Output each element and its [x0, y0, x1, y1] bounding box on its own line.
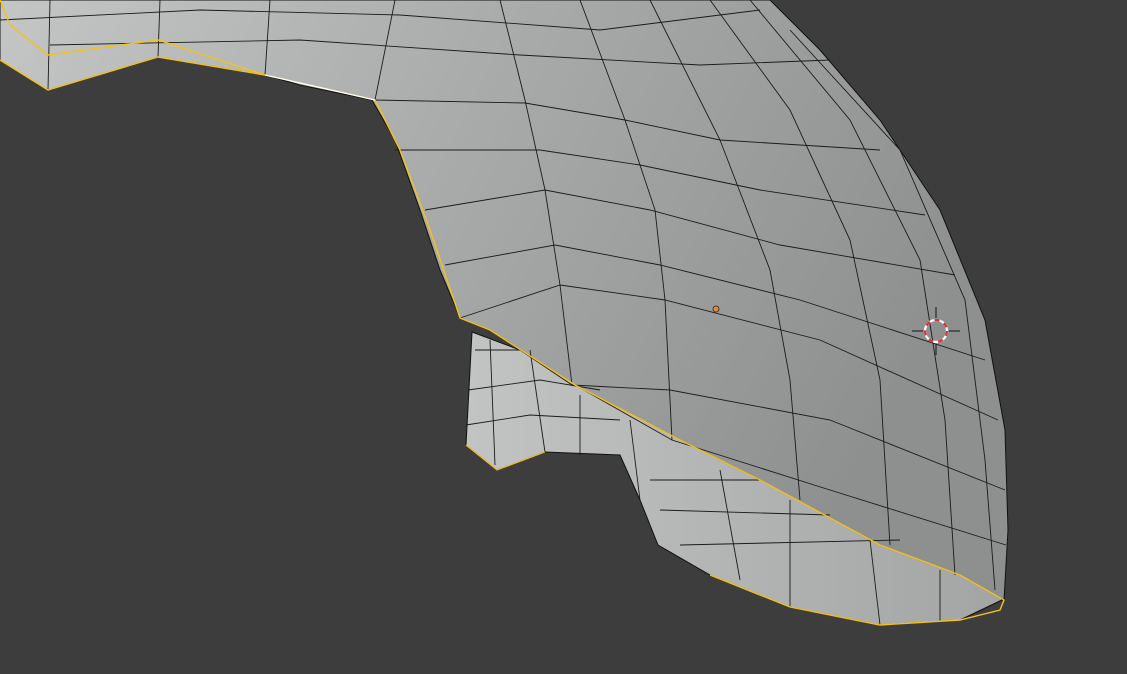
mesh-main-body[interactable]	[0, 0, 1009, 601]
viewport-canvas[interactable]	[0, 0, 1127, 674]
3d-viewport[interactable]	[0, 0, 1127, 674]
object-origin-icon	[712, 305, 720, 313]
